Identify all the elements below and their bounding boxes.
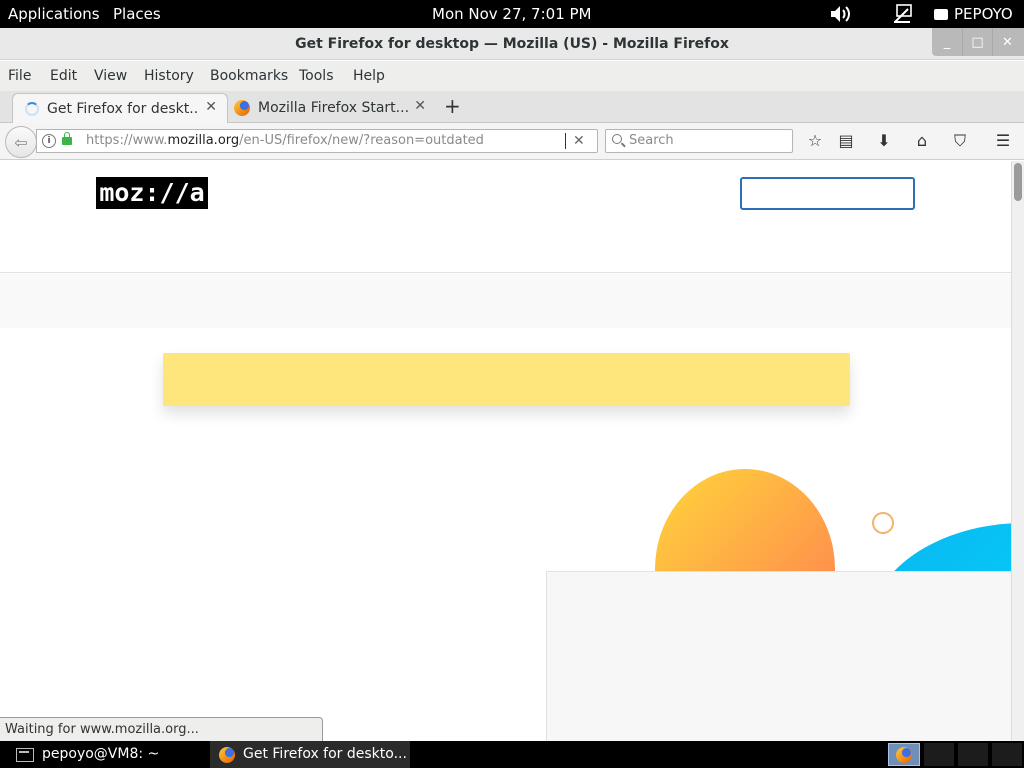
url-domain: mozilla.org — [167, 133, 240, 148]
search-icon — [612, 134, 622, 144]
window-titlebar[interactable]: Get Firefox for desktop — Mozilla (US) -… — [0, 28, 1024, 60]
tab-close-icon[interactable]: ✕ — [414, 98, 426, 114]
content-panel — [546, 571, 1011, 741]
loading-spinner-icon — [25, 101, 39, 116]
menu-view[interactable]: View — [94, 61, 127, 91]
user-name: PEPOYO — [954, 5, 1013, 23]
firefox-icon — [896, 746, 912, 763]
taskbar-firefox[interactable]: Get Firefox for deskto... — [210, 741, 410, 768]
url-path: /en-US/firefox/new/?reason=outdated — [239, 133, 484, 148]
menu-edit[interactable]: Edit — [50, 61, 77, 91]
lock-icon[interactable] — [62, 132, 72, 145]
window-controls: _ □ ✕ — [932, 28, 1024, 56]
taskbar: pepoyo@VM8: ~ Get Firefox for deskto... — [0, 741, 1024, 768]
menu-file[interactable]: File — [8, 61, 31, 91]
workspace-4[interactable] — [992, 743, 1022, 766]
mozilla-logo[interactable]: moz://a — [96, 177, 208, 209]
menu-history[interactable]: History — [144, 61, 194, 91]
menu-help[interactable]: Help — [353, 61, 385, 91]
home-icon[interactable]: ⌂ — [910, 129, 934, 153]
menu-bar: File Edit View History Bookmarks Tools H… — [0, 61, 1024, 91]
status-bar: Waiting for www.mozilla.org... — [0, 717, 323, 741]
downloads-icon[interactable]: ⬇ — [872, 129, 896, 153]
sub-navigation-band — [0, 274, 1011, 328]
hamburger-menu-icon[interactable]: ☰ — [991, 129, 1015, 153]
workspace-2[interactable] — [924, 743, 954, 766]
workspace-3[interactable] — [958, 743, 988, 766]
tab-firefox-start[interactable]: Mozilla Firefox Start... ✕ — [230, 93, 436, 123]
chat-icon — [934, 9, 948, 20]
search-input[interactable]: Search — [605, 129, 793, 153]
text-caret — [565, 133, 566, 149]
url-text[interactable]: https://www.mozilla.org/en-US/firefox/ne… — [86, 130, 484, 152]
terminal-icon — [16, 747, 34, 762]
maximize-button[interactable]: □ — [962, 28, 992, 56]
volume-icon[interactable] — [828, 2, 854, 26]
clear-url-icon[interactable]: ✕ — [573, 130, 585, 152]
tab-get-firefox[interactable]: Get Firefox for deskt... ✕ — [12, 93, 228, 123]
tab-close-icon[interactable]: ✕ — [205, 99, 217, 115]
menu-bookmarks[interactable]: Bookmarks — [210, 61, 288, 91]
search-placeholder: Search — [629, 133, 674, 148]
tab-label: Get Firefox for deskt... — [47, 100, 197, 117]
workspace-1[interactable] — [888, 743, 920, 766]
firefox-icon — [219, 746, 235, 763]
page-content: moz://a — [0, 161, 1011, 741]
taskbar-firefox-label: Get Firefox for deskto... — [243, 746, 407, 762]
vertical-scrollbar[interactable] — [1011, 161, 1024, 741]
reading-list-icon[interactable]: ▤ — [834, 129, 858, 153]
pocket-icon[interactable]: ⛉ — [948, 129, 972, 153]
site-header: moz://a — [0, 161, 1011, 273]
minimize-button[interactable]: _ — [932, 28, 962, 56]
tab-strip: Get Firefox for deskt... ✕ Mozilla Firef… — [0, 91, 1024, 123]
menu-tools[interactable]: Tools — [299, 61, 334, 91]
taskbar-terminal[interactable]: pepoyo@VM8: ~ — [16, 741, 159, 768]
navigation-toolbar: ⇦ i https://www.mozilla.org/en-US/firefo… — [0, 123, 1024, 160]
url-bar[interactable]: i https://www.mozilla.org/en-US/firefox/… — [36, 129, 598, 153]
ring-graphic — [872, 512, 894, 534]
url-prefix: https://www. — [86, 133, 168, 148]
scrollbar-thumb[interactable] — [1014, 163, 1022, 201]
user-menu[interactable]: PEPOYO — [934, 0, 1013, 28]
firefox-icon — [234, 100, 250, 116]
places-menu[interactable]: Places — [113, 0, 161, 28]
site-info-icon[interactable]: i — [42, 134, 56, 148]
window-title: Get Firefox for desktop — Mozilla (US) -… — [295, 36, 729, 52]
gnome-top-bar: Applications Places Mon Nov 27, 7:01 PM … — [0, 0, 1024, 28]
back-button[interactable]: ⇦ — [5, 126, 37, 158]
applications-menu[interactable]: Applications — [8, 0, 100, 28]
close-button[interactable]: ✕ — [992, 28, 1022, 56]
taskbar-terminal-label: pepoyo@VM8: ~ — [42, 746, 160, 762]
tab-label: Mozilla Firefox Start... — [258, 100, 408, 116]
network-icon[interactable] — [891, 2, 915, 26]
site-search-input[interactable] — [740, 177, 915, 210]
outdated-notice-banner — [163, 353, 850, 406]
new-tab-button[interactable]: + — [444, 94, 462, 118]
bookmark-star-icon[interactable]: ☆ — [803, 129, 827, 153]
clock[interactable]: Mon Nov 27, 7:01 PM — [432, 0, 592, 28]
